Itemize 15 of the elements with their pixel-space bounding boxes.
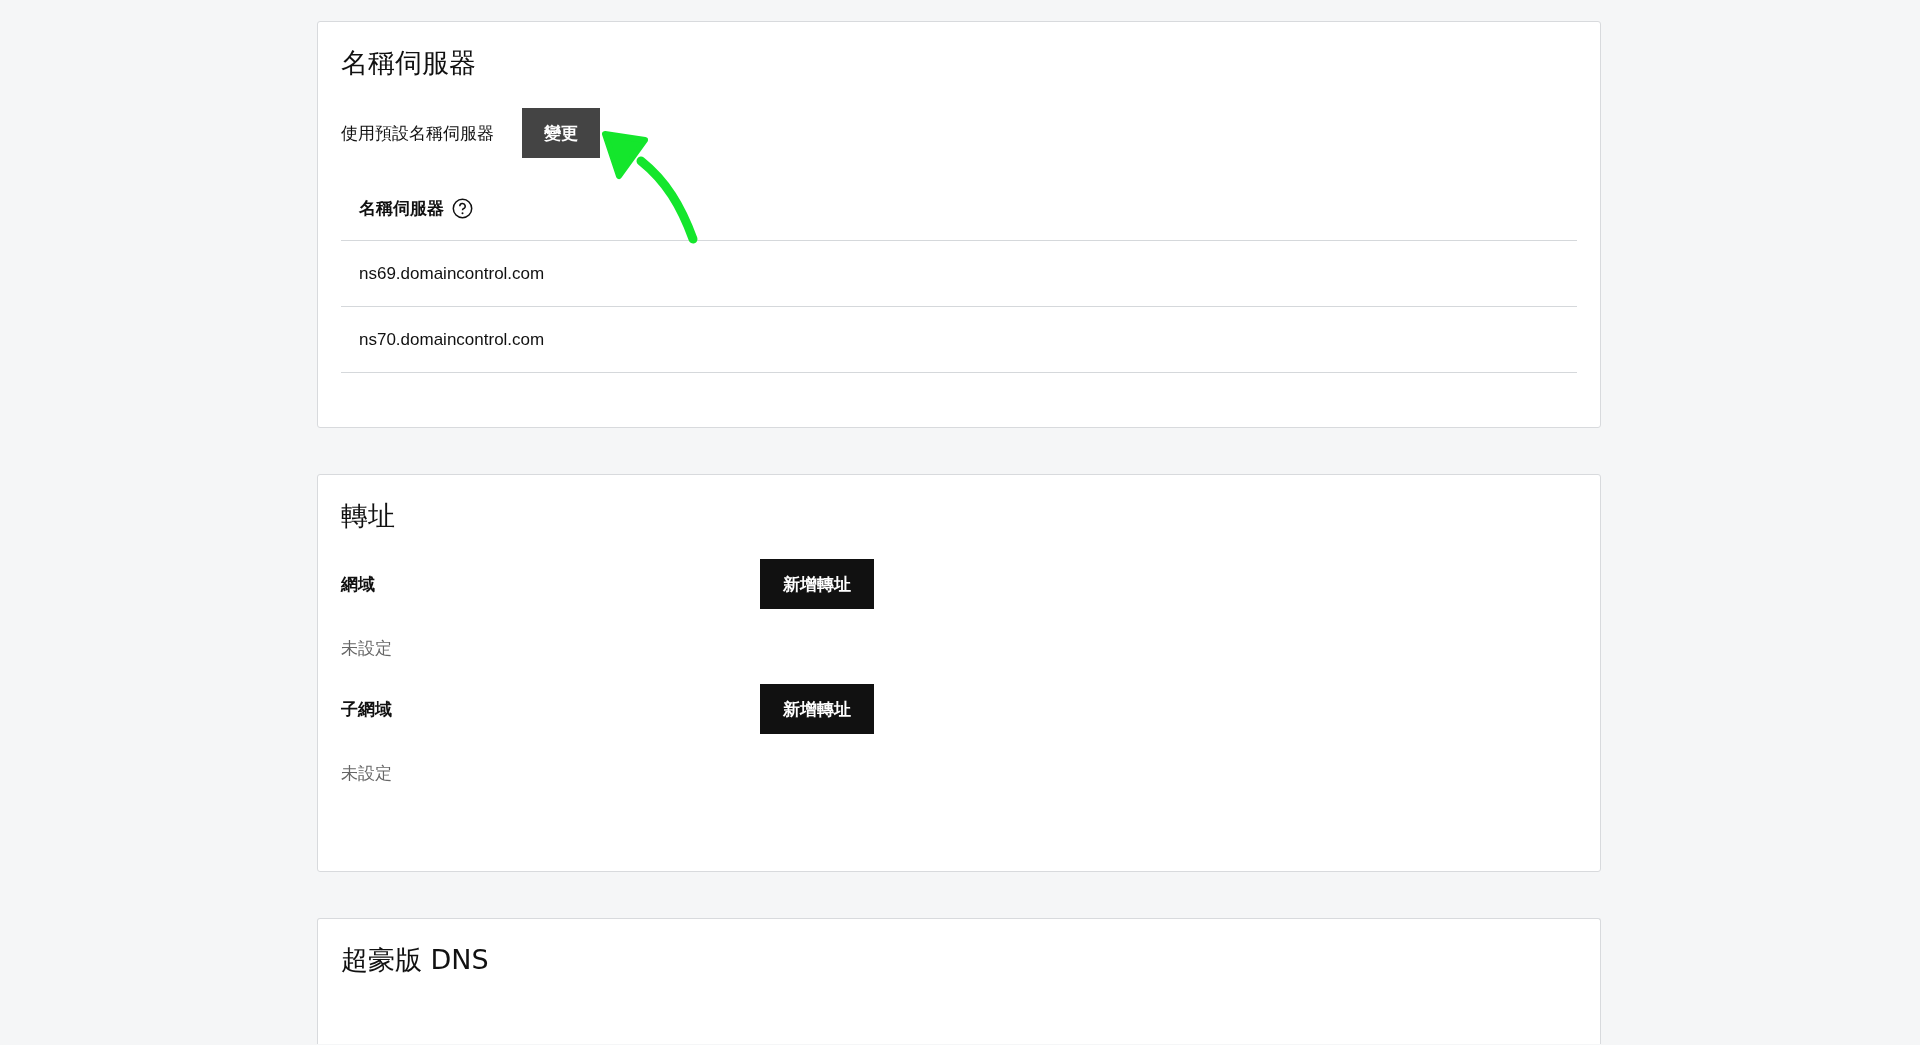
section-title: 超豪版 DNS [341,943,489,977]
nameserver-mode-label: 使用預設名稱伺服器 [341,121,494,145]
help-icon[interactable] [452,197,473,219]
table-cell: ns69.domaincontrol.com [359,263,545,284]
status-text: 未設定 [341,762,393,785]
table-cell: ns70.domaincontrol.com [359,329,545,350]
status-text: 未設定 [341,637,393,660]
change-button[interactable]: 變更 [522,108,600,158]
add-forwarding-button[interactable]: 新增轉址 [760,684,874,734]
column-header: 名稱伺服器 [359,196,444,220]
section-title: 轉址 [341,499,395,533]
forwarding-label: 網域 [341,572,376,596]
section-title: 名稱伺服器 [341,46,476,80]
forwarding-label: 子網域 [341,697,393,721]
add-forwarding-button[interactable]: 新增轉址 [760,559,874,609]
